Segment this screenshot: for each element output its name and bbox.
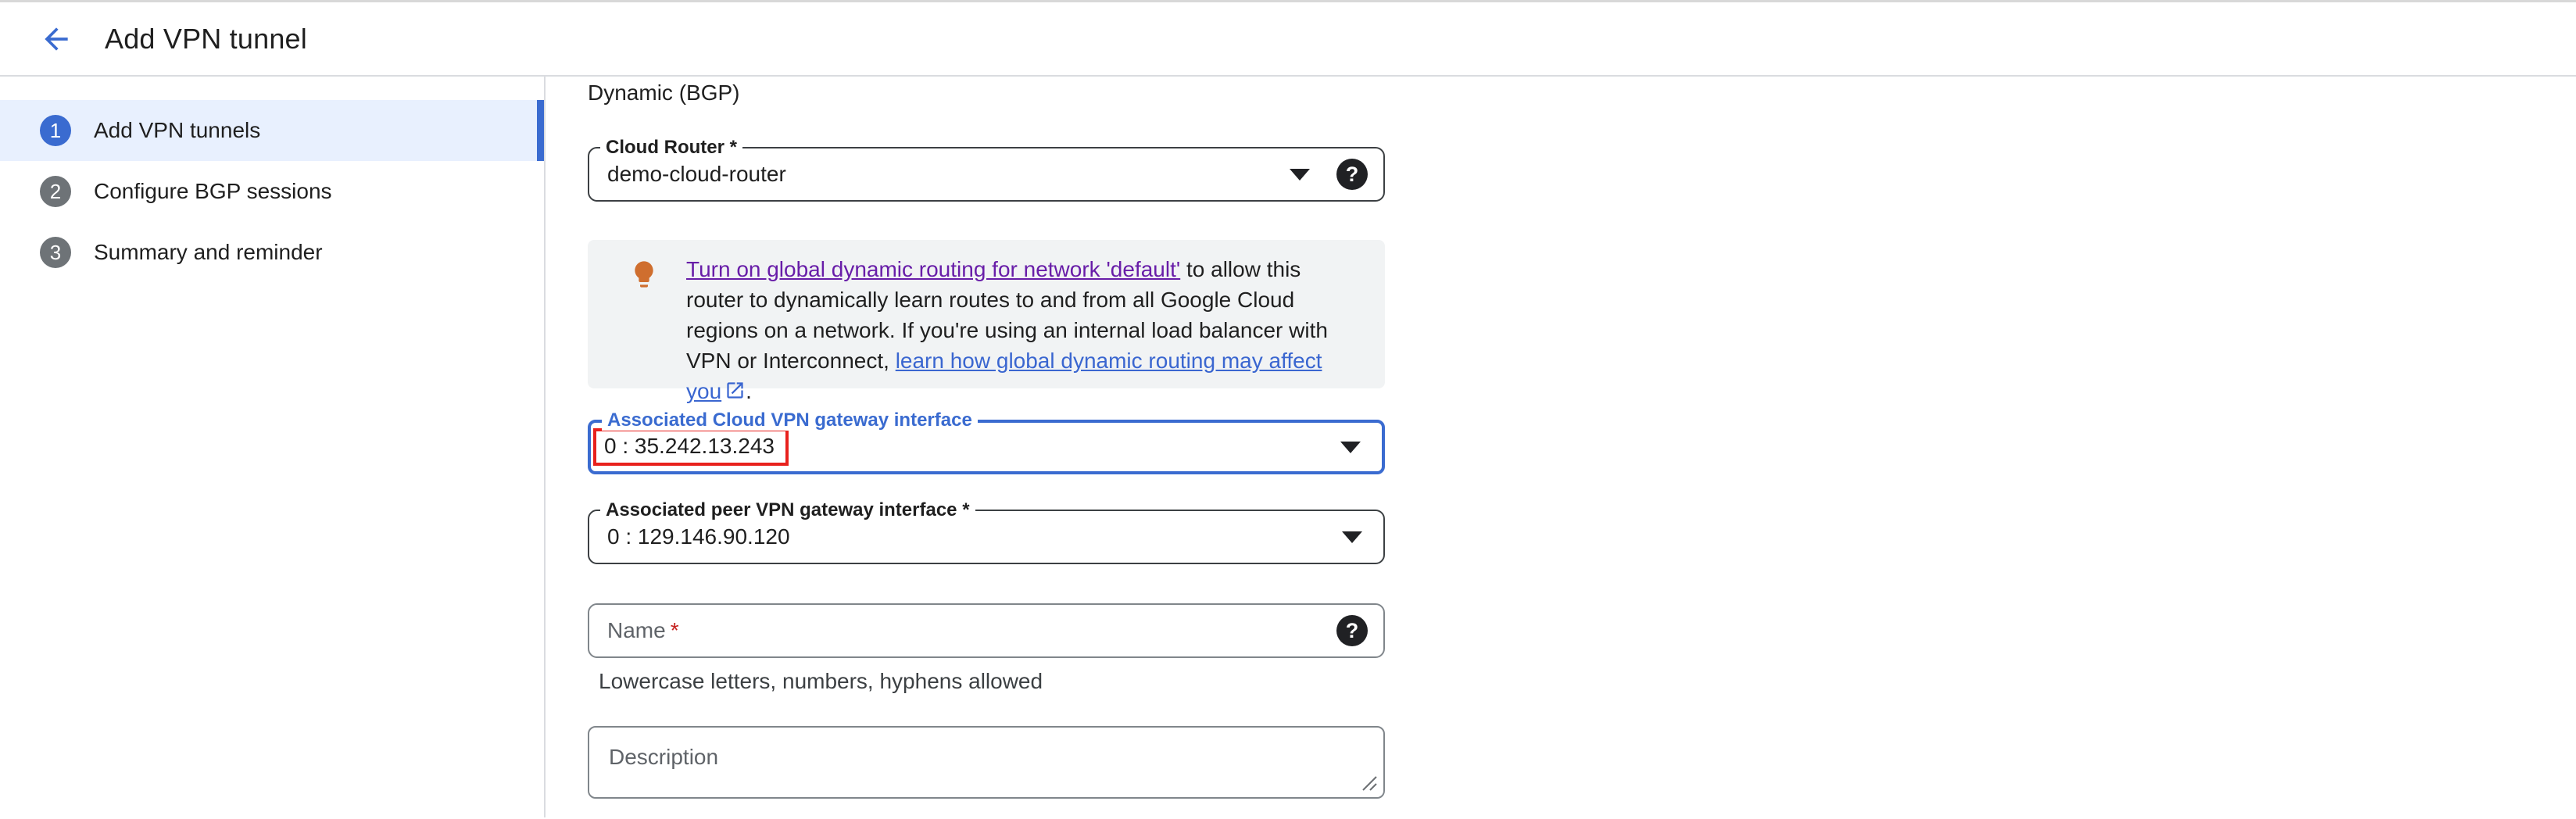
step-label: Add VPN tunnels bbox=[94, 118, 260, 143]
cloud-vpn-gateway-interface-select[interactable]: Associated Cloud VPN gateway interface 0… bbox=[588, 420, 1385, 474]
name-input[interactable]: Name* ? bbox=[588, 603, 1385, 658]
step-number-badge: 1 bbox=[40, 115, 71, 146]
turn-on-global-routing-link[interactable]: Turn on global dynamic routing for netwo… bbox=[686, 257, 1180, 281]
step-label: Configure BGP sessions bbox=[94, 179, 332, 204]
required-asterisk: * bbox=[671, 618, 679, 642]
add-vpn-tunnel-page: Add VPN tunnel 1 Add VPN tunnels 2 Confi… bbox=[0, 0, 2576, 819]
step-label: Summary and reminder bbox=[94, 240, 323, 265]
peer-vpn-gateway-interface-label: Associated peer VPN gateway interface * bbox=[600, 500, 975, 520]
annotation-highlight-box: 0 : 35.242.13.243 bbox=[593, 428, 789, 466]
resize-handle[interactable] bbox=[1360, 774, 1379, 792]
page-title: Add VPN tunnel bbox=[105, 23, 307, 55]
peer-vpn-gateway-interface-select[interactable]: Associated peer VPN gateway interface * … bbox=[588, 510, 1385, 564]
stepper-item-add-vpn-tunnels[interactable]: 1 Add VPN tunnels bbox=[0, 100, 544, 161]
chevron-down-icon[interactable] bbox=[1342, 531, 1362, 543]
info-text-period: . bbox=[746, 379, 752, 403]
peer-vpn-gateway-interface-value: 0 : 129.146.90.120 bbox=[607, 524, 790, 549]
step-number-badge: 2 bbox=[40, 176, 71, 207]
cloud-router-value: demo-cloud-router bbox=[607, 162, 786, 187]
cloud-vpn-gateway-interface-label: Associated Cloud VPN gateway interface bbox=[602, 410, 978, 431]
help-icon[interactable]: ? bbox=[1336, 615, 1368, 646]
external-link-icon[interactable] bbox=[724, 380, 746, 401]
stepper-item-summary-and-reminder[interactable]: 3 Summary and reminder bbox=[0, 222, 544, 283]
stepper-item-configure-bgp-sessions[interactable]: 2 Configure BGP sessions bbox=[0, 161, 544, 222]
name-helper-text: Lowercase letters, numbers, hyphens allo… bbox=[599, 669, 2576, 694]
back-arrow-button[interactable] bbox=[34, 17, 78, 61]
active-step-indicator-bar bbox=[537, 100, 544, 161]
info-banner: Turn on global dynamic routing for netwo… bbox=[588, 240, 1385, 388]
page-header: Add VPN tunnel bbox=[0, 2, 2576, 77]
form-content: Dynamic (BGP) Cloud Router * demo-cloud-… bbox=[546, 77, 2576, 817]
stepper-sidebar: 1 Add VPN tunnels 2 Configure BGP sessio… bbox=[0, 77, 546, 817]
chevron-down-icon[interactable] bbox=[1340, 442, 1361, 453]
help-icon[interactable]: ? bbox=[1336, 159, 1368, 190]
name-input-label: Name* bbox=[607, 618, 679, 643]
routing-type-label: Dynamic (BGP) bbox=[588, 81, 2576, 105]
cloud-router-label: Cloud Router * bbox=[600, 138, 742, 158]
info-banner-text: Turn on global dynamic routing for netwo… bbox=[686, 254, 1354, 373]
cloud-router-select[interactable]: Cloud Router * demo-cloud-router ? bbox=[588, 147, 1385, 202]
description-field-container bbox=[588, 726, 1385, 799]
step-number-badge: 3 bbox=[40, 237, 71, 268]
chevron-down-icon[interactable] bbox=[1290, 169, 1310, 181]
lightbulb-icon bbox=[628, 257, 660, 291]
back-arrow-icon bbox=[39, 22, 73, 56]
description-textarea[interactable] bbox=[589, 728, 1383, 797]
cloud-vpn-gateway-interface-value: 0 : 35.242.13.243 bbox=[604, 434, 775, 459]
